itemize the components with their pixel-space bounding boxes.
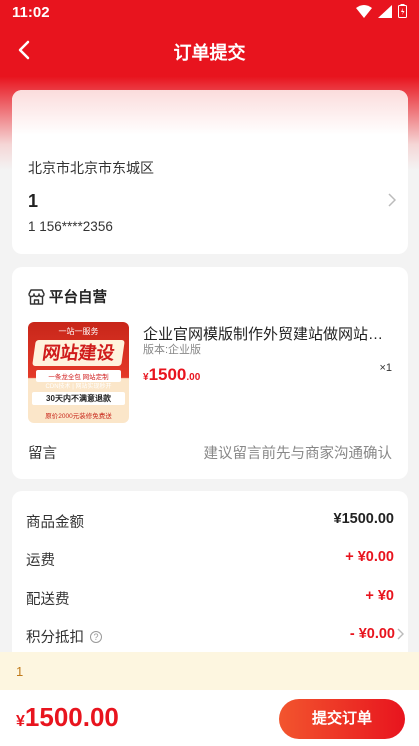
points-value-text: - ¥0.00 [349,626,395,642]
shipping-label: 运费 [26,553,55,569]
image-text-bottom: 原价2000元装修免费送 [45,413,112,420]
delivery-fee-value: + ¥0 [365,588,394,604]
bottom-bar: ¥1500.00 提交订单 [0,690,419,746]
total-price: ¥1500.00 [16,702,119,733]
goods-amount-value: ¥1500.00 [333,511,394,527]
address-card[interactable]: 北京市北京市东城区 1 1 156****2356 [12,90,408,254]
notice-text: 1 [16,664,24,679]
submit-order-button[interactable]: 提交订单 [279,699,405,739]
price-integer: 1500 [148,365,187,384]
shipping-value: + ¥0.00 [345,549,394,565]
image-text-ribbon: 30天内不满意退款 [32,392,125,405]
wifi-icon [356,4,372,18]
product-spec: 版本:企业版 [143,344,202,356]
address-contact: 1 156****2356 [28,219,113,234]
status-icons [356,4,407,18]
image-text-cdn: CDN技术 | 网站实现秒开 [45,384,112,390]
help-icon[interactable]: ? [90,630,102,643]
message-input[interactable]: 建议留言前先与商家沟通确认 [204,442,393,463]
shop-header: 平台自营 [28,286,107,307]
points-deduction: 积分抵扣 ? [26,626,102,647]
page-title: 订单提交 [173,43,246,63]
address-banner [12,90,408,135]
product-price: ¥1500.00 [143,365,200,385]
price-decimal: .00 [186,372,201,383]
address-name: 1 [28,191,39,211]
battery-icon [398,4,407,18]
total-currency: ¥ [16,713,25,730]
image-text-top: 一站一服务 [58,327,99,336]
product-image[interactable]: 一站一服务 网站建设 一条龙全包 网站定制 CDN技术 | 网站实现秒开 30天… [28,322,129,423]
address-region: 北京市北京市东城区 [28,160,154,176]
signal-icon [378,4,392,18]
shop-card: 平台自营 一站一服务 网站建设 一条龙全包 网站定制 CDN技术 | 网站实现秒… [12,267,408,479]
image-text-title: 网站建设 [32,340,125,366]
delivery-fee-label: 配送费 [26,592,70,608]
nav-bar: 订单提交 [0,30,419,72]
goods-amount-label: 商品金额 [26,515,84,531]
store-icon [28,288,45,305]
product-quantity: ×1 [379,362,392,374]
price-summary-card: 商品金额 ¥1500.00 运费 + ¥0.00 配送费 + ¥0 积分抵扣 ?… [12,491,408,671]
chevron-right-icon [397,628,404,640]
notice-bar: 1 [0,652,419,690]
points-deduction-label: 积分抵扣 [26,630,84,646]
summary-row-delivery: 配送费 + ¥0 [26,588,396,610]
status-time: 11:02 [12,4,50,21]
status-bar: 11:02 [0,0,419,26]
summary-row-points[interactable]: 积分抵扣 ? - ¥0.00 [26,626,404,648]
summary-row-shipping: 运费 + ¥0.00 [26,549,396,571]
total-amount: 1500.00 [24,702,119,732]
points-deduction-value: - ¥0.00 [350,626,404,642]
summary-row-goods: 商品金额 ¥1500.00 [26,511,396,533]
chevron-right-icon[interactable] [388,193,396,207]
shop-name: 平台自营 [49,290,107,306]
message-label: 留言 [28,446,57,462]
